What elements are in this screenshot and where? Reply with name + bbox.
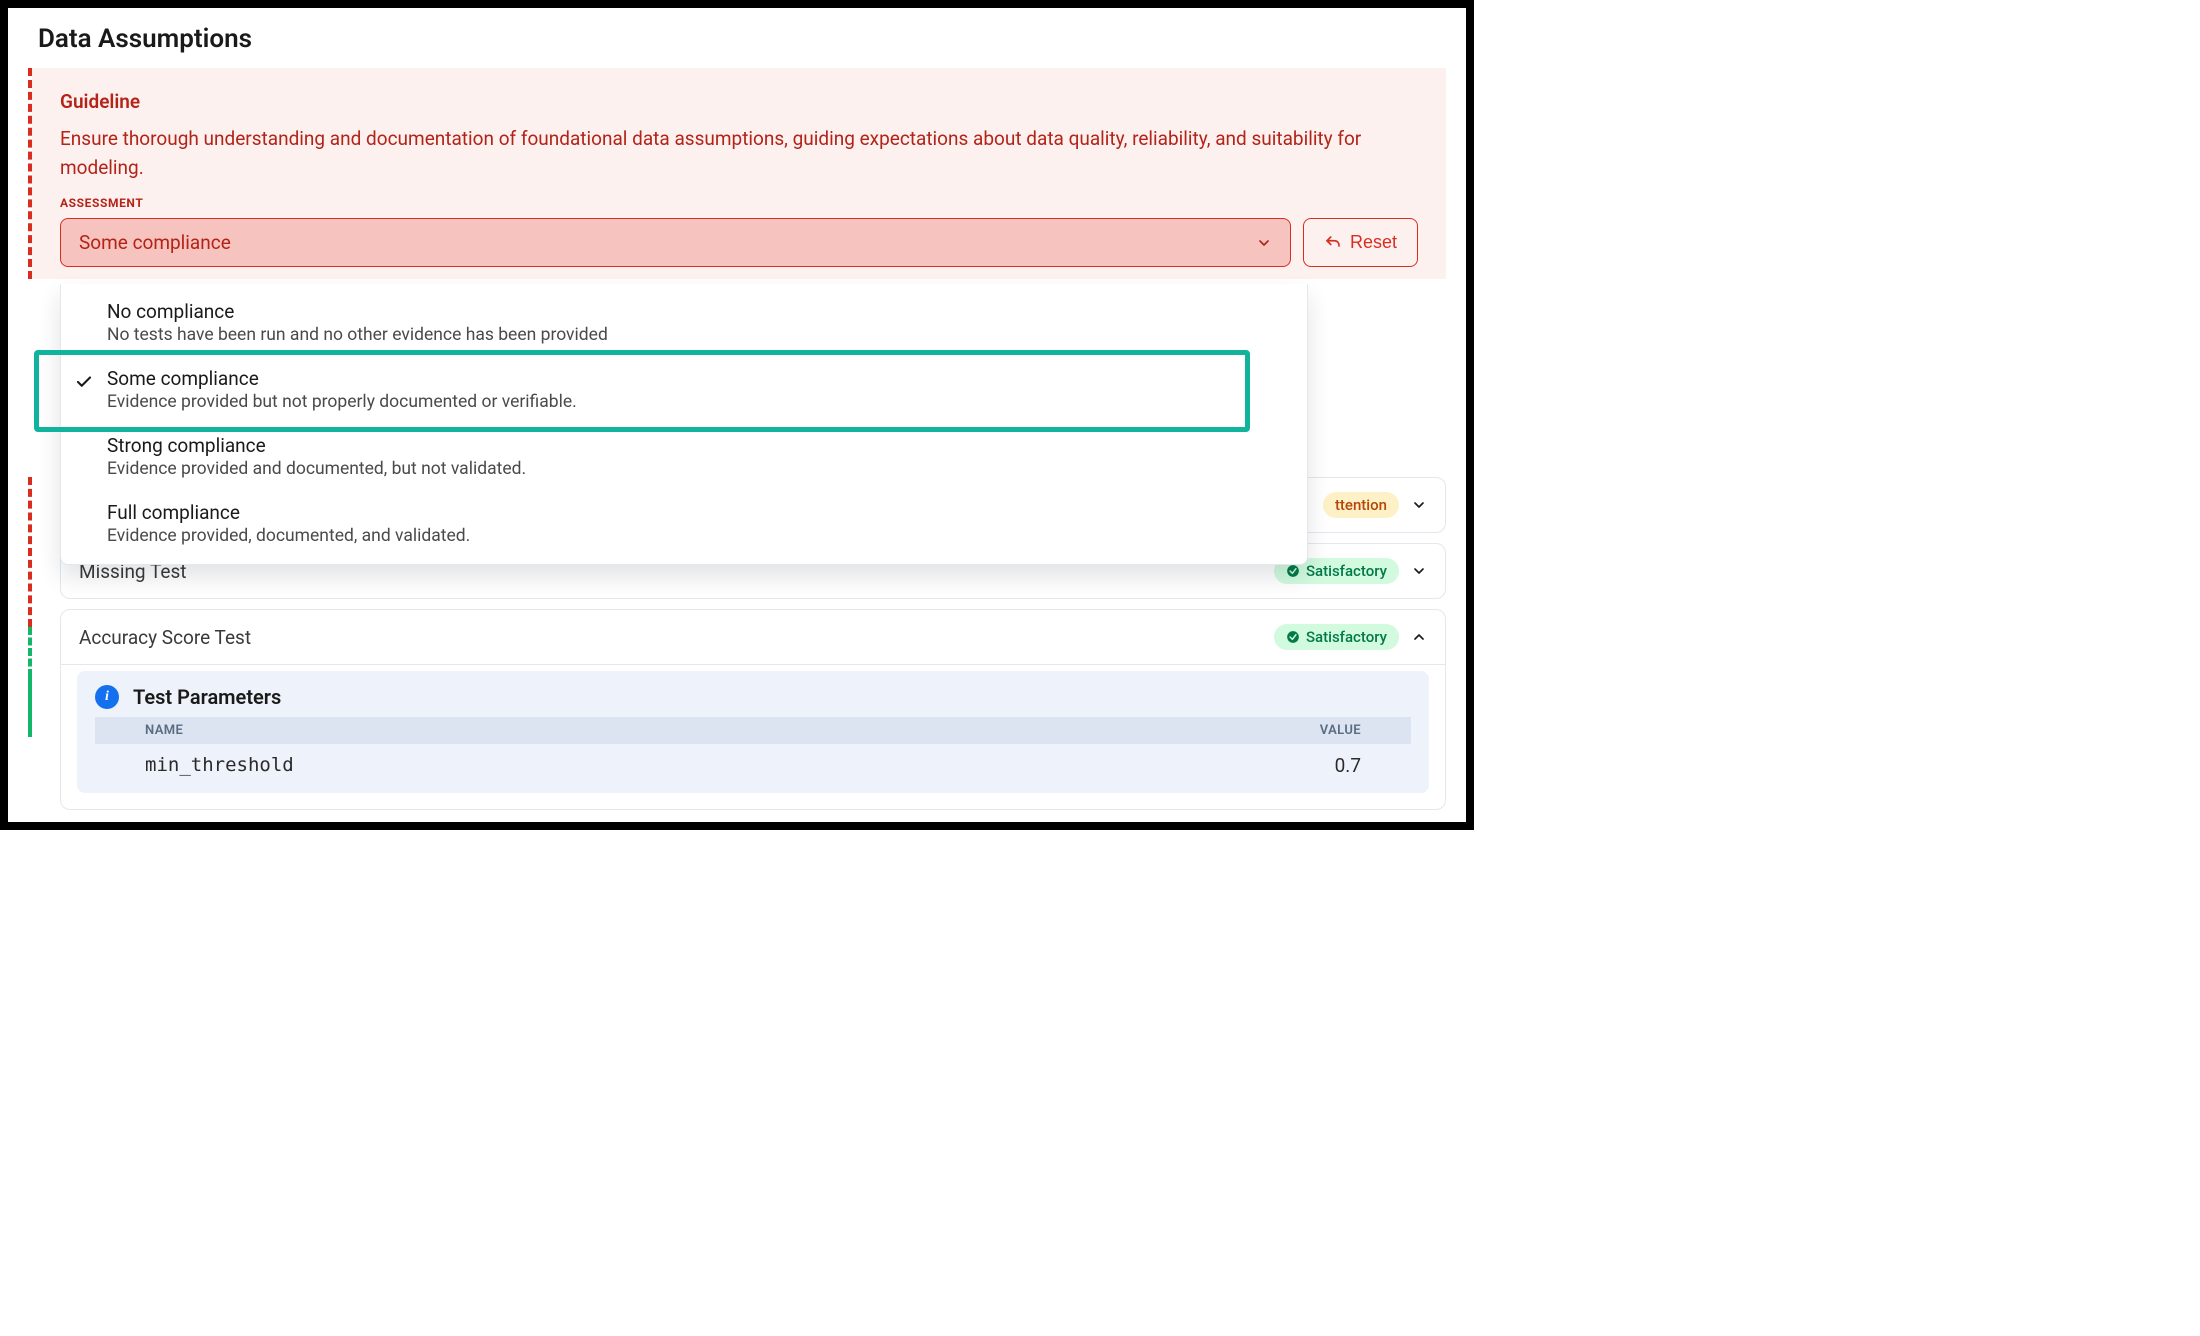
assessment-selected-value: Some compliance: [79, 231, 231, 254]
undo-icon: [1324, 234, 1342, 252]
guideline-block: Guideline Ensure thorough understanding …: [32, 68, 1446, 279]
status-badge-attention: ttention: [1323, 492, 1399, 518]
param-value: 0.7: [1335, 754, 1361, 777]
option-full-compliance[interactable]: Full compliance Evidence provided, docum…: [61, 491, 1307, 558]
panel-accuracy-title: Accuracy Score Test: [79, 626, 1262, 649]
option-desc: Evidence provided, documented, and valid…: [107, 526, 1289, 546]
option-title: Full compliance: [107, 501, 1289, 524]
option-some-compliance[interactable]: Some compliance Evidence provided but no…: [61, 357, 1307, 424]
option-title: No compliance: [107, 300, 1289, 323]
assessment-label: ASSESSMENT: [60, 196, 1418, 210]
params-table-header: NAME VALUE: [95, 717, 1411, 744]
reset-button-label: Reset: [1350, 232, 1397, 253]
chevron-down-icon: [1256, 235, 1272, 251]
col-name-header: NAME: [145, 723, 1320, 738]
assessment-select[interactable]: Some compliance: [60, 218, 1291, 267]
info-icon: i: [95, 685, 119, 709]
option-desc: Evidence provided and documented, but no…: [107, 459, 1289, 479]
test-parameters-title: Test Parameters: [133, 685, 281, 709]
left-border-red-lower: [28, 477, 32, 627]
option-title: Some compliance: [107, 367, 1289, 390]
param-name: min_threshold: [145, 754, 1335, 777]
page-title: Data Assumptions: [38, 24, 1446, 54]
guideline-text: Ensure thorough understanding and docume…: [60, 125, 1418, 182]
badge-label: Satisfactory: [1306, 628, 1387, 646]
chevron-down-icon: [1411, 563, 1427, 579]
col-value-header: VALUE: [1320, 723, 1361, 738]
table-row: min_threshold 0.7: [95, 744, 1411, 787]
badge-label: Satisfactory: [1306, 562, 1387, 580]
reset-button[interactable]: Reset: [1303, 218, 1418, 267]
panel-accuracy-header[interactable]: Accuracy Score Test Satisfactory: [61, 610, 1445, 665]
check-icon: [75, 373, 93, 391]
option-strong-compliance[interactable]: Strong compliance Evidence provided and …: [61, 424, 1307, 491]
chevron-down-icon: [1411, 497, 1427, 513]
left-border-green-dashed: [28, 627, 32, 677]
option-no-compliance[interactable]: No compliance No tests have been run and…: [61, 290, 1307, 357]
chevron-up-icon: [1411, 629, 1427, 645]
assessment-dropdown: No compliance No tests have been run and…: [60, 284, 1308, 565]
left-border-red: [28, 68, 32, 279]
panel-accuracy-score: Accuracy Score Test Satisfactory i Test …: [60, 609, 1446, 810]
status-badge-satisfactory: Satisfactory: [1274, 624, 1399, 650]
guideline-heading: Guideline: [60, 90, 1418, 113]
left-border-green-solid: [28, 677, 32, 737]
option-desc: Evidence provided but not properly docum…: [107, 392, 1289, 412]
option-title: Strong compliance: [107, 434, 1289, 457]
badge-label: ttention: [1335, 496, 1387, 514]
option-desc: No tests have been run and no other evid…: [107, 325, 1289, 345]
test-parameters-box: i Test Parameters NAME VALUE min_thresho…: [77, 671, 1429, 793]
